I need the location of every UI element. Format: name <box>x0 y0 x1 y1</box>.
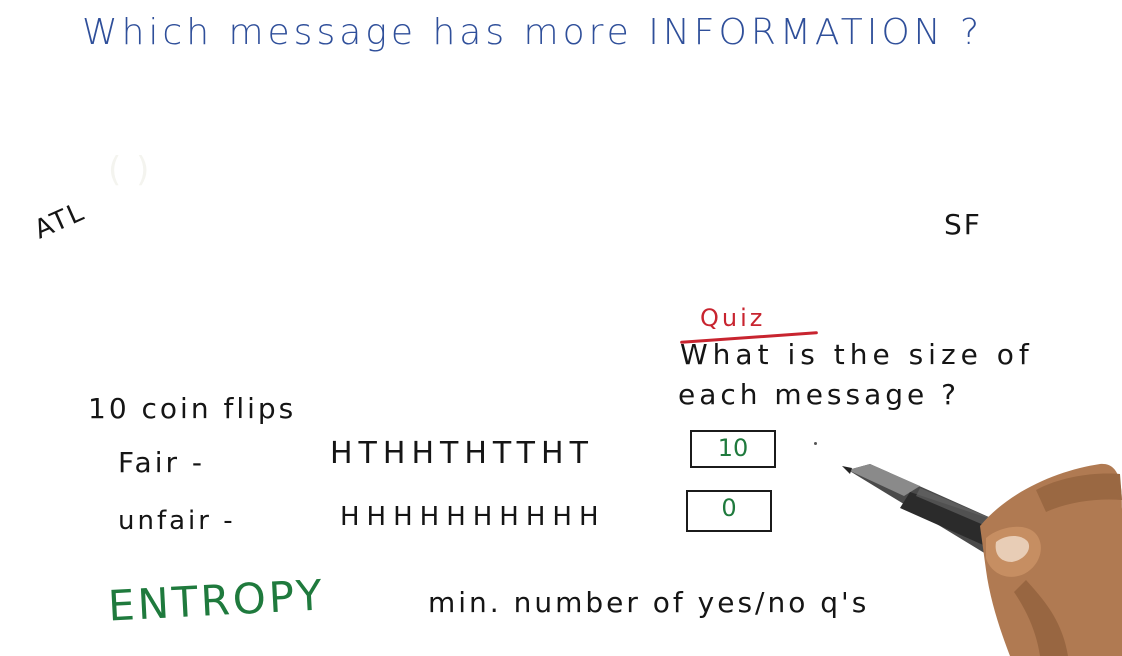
fair-answer-value: 10 <box>717 434 749 462</box>
fair-answer-box[interactable]: 10 <box>690 430 776 468</box>
hand-holding-pen-icon <box>842 463 1122 656</box>
left-city-label: ATL <box>30 196 90 246</box>
quiz-question-line-2: each message ? <box>678 378 961 411</box>
faint-erased-text: ( ) <box>108 150 152 190</box>
fair-row-label: Fair - <box>118 446 205 479</box>
unfair-answer-box[interactable]: 0 <box>686 490 772 532</box>
coin-flips-heading: 10 coin flips <box>88 392 297 425</box>
quiz-question-line-1: What is the size of <box>680 338 1034 371</box>
entropy-term: ENTROPY <box>106 570 327 631</box>
unfair-sequence: HHHHHHHHHH <box>340 502 606 532</box>
unfair-answer-value: 0 <box>721 494 737 522</box>
page-title: Which message has more INFORMATION ? <box>82 12 984 53</box>
quiz-label: Quiz <box>700 304 766 332</box>
unfair-row-label: unfair - <box>118 506 236 536</box>
right-city-label: SF <box>944 208 982 241</box>
fair-sequence: HTHHTHTTHT <box>330 436 594 471</box>
